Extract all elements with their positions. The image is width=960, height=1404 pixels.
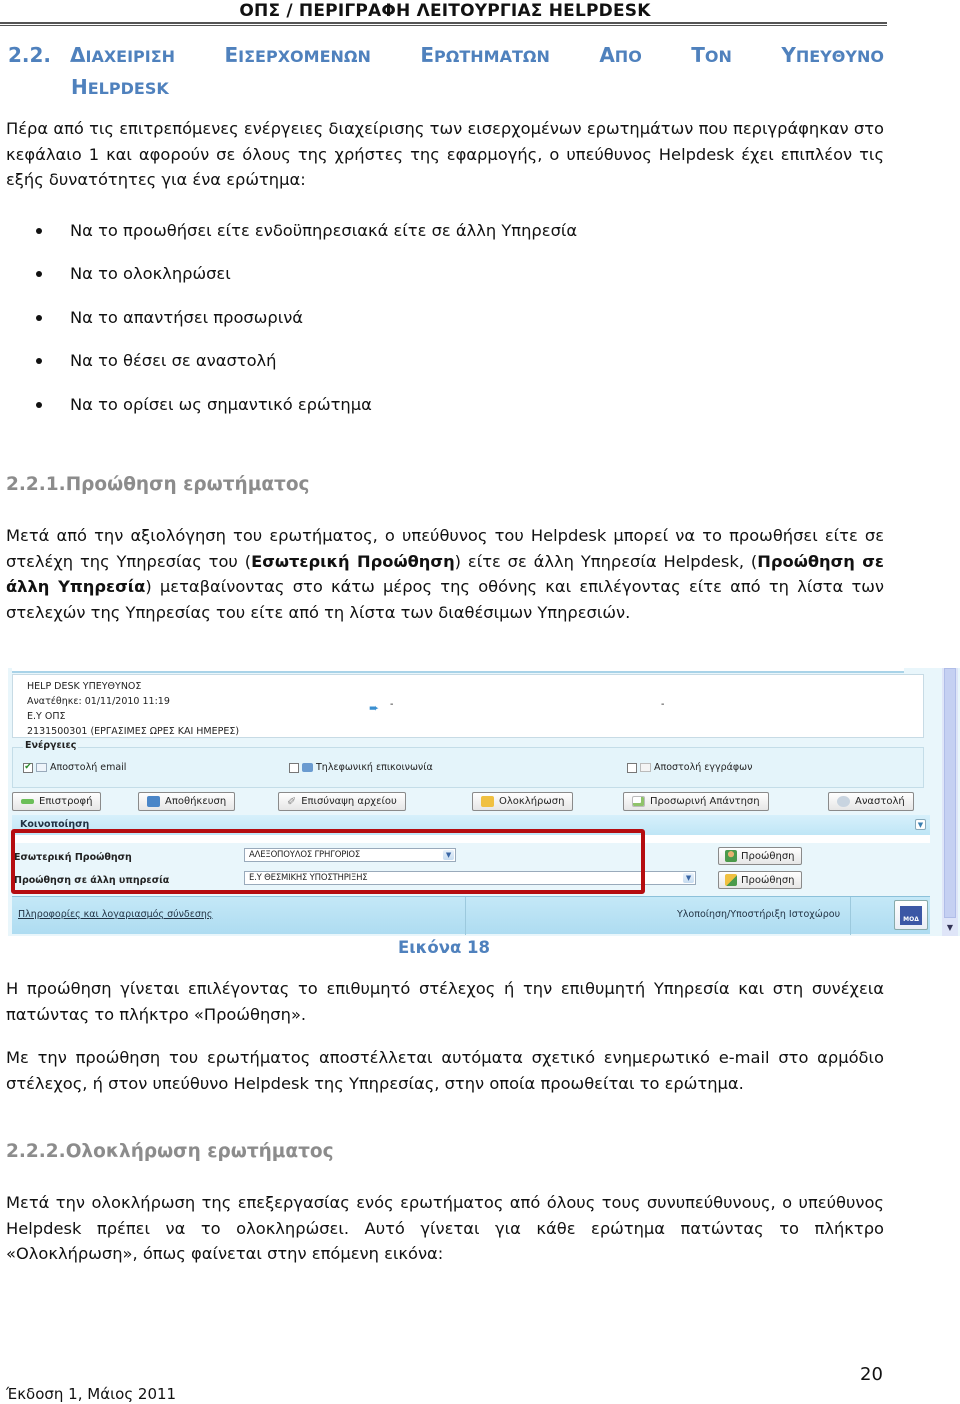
bullet-icon xyxy=(36,401,42,408)
capabilities-list: Να το προωθήσει είτε ενδοϋπηρεσιακά είτε… xyxy=(36,209,577,427)
action-buttons: Επιστροφή Αποθήκευση ✐ Επισύναψη αρχείου… xyxy=(8,789,948,813)
page-number: 20 xyxy=(860,1364,883,1385)
actions-legend: Ενέργειες xyxy=(23,740,79,751)
value-dash: - xyxy=(390,699,394,710)
heading-word: ΑΠΟ xyxy=(599,43,642,67)
documents-icon xyxy=(640,763,651,772)
helpdesk-screenshot: HELP DESK ΥΠΕΥΘΥΝΟΣ Ανατέθηκε: 01/11/201… xyxy=(8,668,960,936)
subsection-heading-complete: 2.2.2.Ολοκλήρωση ερωτήματος xyxy=(6,1141,334,1162)
user-forward-icon xyxy=(725,850,737,862)
divider xyxy=(850,897,851,935)
scrollbar-thumb[interactable] xyxy=(944,668,956,918)
service-forward-icon xyxy=(725,874,737,886)
heading-line-2: HELPDESK xyxy=(71,75,169,99)
intro-paragraph: Πέρα από τις επιτρεπόμενες ενέργειες δια… xyxy=(6,119,884,189)
lightbulb-icon xyxy=(837,796,850,807)
heading-word: ΤΟΝ xyxy=(691,43,732,67)
list-item: Να το ορίσει ως σημαντικό ερώτημα xyxy=(36,383,577,427)
temporary-answer-button[interactable]: Προσωρινή Απάντηση xyxy=(623,792,769,811)
paperclip-icon: ✐ xyxy=(287,795,297,808)
info-line: Ε.Υ ΟΠΣ xyxy=(27,711,66,722)
phone-icon xyxy=(302,763,313,772)
info-line: 2131500301 (ΕΡΓΑΣΙΜΕΣ ΩΡΕΣ ΚΑΙ ΗΜΕΡΕΣ) xyxy=(27,726,240,737)
highlight-box xyxy=(11,829,645,894)
document-add-icon xyxy=(632,796,645,807)
save-button[interactable]: Αποθήκευση xyxy=(138,792,236,811)
send-email-checkbox[interactable]: ✔ Αποστολή email xyxy=(23,762,126,773)
complete-button[interactable]: Ολοκλήρωση xyxy=(472,792,574,811)
email-notification-paragraph: Με την προώθηση του ερωτήματος αποστέλλε… xyxy=(6,1048,884,1093)
section-heading: 2.2. ΔΙΑΧΕΙΡΙΣΗ ΕΙΣΕΡΧΟΜΕΝΩΝ ΕΡΩΤΗΜΑΤΩΝ … xyxy=(8,40,888,104)
implementation-credit: Υλοποίηση/Υποστήριξη Ιστοχώρου xyxy=(677,909,841,920)
send-documents-checkbox[interactable]: Αποστολή εγγράφων xyxy=(627,762,752,773)
bullet-icon xyxy=(36,271,42,278)
heading-word: ΥΠΕΥΘΥΝΟ xyxy=(781,43,884,67)
actions-fieldset: Ενέργειες ✔ Αποστολή email Τηλεφωνική επ… xyxy=(12,740,924,788)
checkbox-checked[interactable]: ✔ xyxy=(23,762,33,773)
app-footer: Πληροφορίες και λογαριασμός σύνδεσης Υλο… xyxy=(12,896,930,935)
save-icon xyxy=(147,796,160,807)
heading-word: ΔΙΑΧΕΙΡΙΣΗ xyxy=(70,43,176,67)
scroll-down-icon[interactable]: ▼ xyxy=(944,922,956,934)
return-button[interactable]: Επιστροφή xyxy=(12,792,102,811)
internal-forward-button[interactable]: Προώθηση xyxy=(718,847,802,865)
arrow-right-icon: ➨ xyxy=(369,701,380,715)
list-item: Να το θέσει σε αναστολή xyxy=(36,340,577,384)
complete-paragraph: Μετά την ολοκλήρωση της επεξεργασίας ενό… xyxy=(6,1193,884,1263)
forward-paragraph: Μετά από την αξιολόγηση του ερωτήματος, … xyxy=(6,526,884,622)
phone-contact-checkbox[interactable]: Τηλεφωνική επικοινωνία xyxy=(289,762,433,773)
top-strip xyxy=(12,668,904,673)
account-info-link[interactable]: Πληροφορίες και λογαριασμός σύνδεσης xyxy=(18,909,212,920)
figure-caption: Εικόνα 18 xyxy=(397,938,491,957)
back-arrow-icon xyxy=(21,799,34,804)
bold-internal-forward: Εσωτερική Προώθηση xyxy=(251,551,455,571)
bullet-icon xyxy=(36,358,42,365)
bullet-icon xyxy=(36,314,42,321)
list-item: Να το απαντήσει προσωρινά xyxy=(36,296,577,340)
envelope-icon xyxy=(36,763,47,772)
folder-icon xyxy=(481,796,494,807)
checkbox-unchecked[interactable] xyxy=(289,762,299,773)
assignee-info: HELP DESK ΥΠΕΥΘΥΝΟΣ Ανατέθηκε: 01/11/201… xyxy=(12,674,924,738)
value-dash: - xyxy=(661,699,665,710)
list-item: Να το προωθήσει είτε ενδοϋπηρεσιακά είτε… xyxy=(36,209,577,253)
checkbox-unchecked[interactable] xyxy=(627,762,637,773)
info-line: Ανατέθηκε: 01/11/2010 11:19 xyxy=(27,696,170,707)
bullet-icon xyxy=(36,227,42,234)
heading-word: ΕΡΩΤΗΜΑΤΩΝ xyxy=(420,43,550,67)
subsection-heading-forward: 2.2.1.Προώθηση ερωτήματος xyxy=(6,474,310,495)
collapse-toggle-icon[interactable]: ▼ xyxy=(915,819,926,830)
header-rule xyxy=(0,22,887,26)
edition-info: Έκδοση 1, Μάιος 2011 xyxy=(6,1385,177,1403)
moda-logo[interactable]: ΜΟΔ xyxy=(894,900,928,930)
attach-file-button[interactable]: ✐ Επισύναψη αρχείου xyxy=(278,792,406,811)
heading-word: ΕΙΣΕΡΧΟΜΕΝΩΝ xyxy=(224,43,371,67)
vertical-scrollbar[interactable]: ▼ xyxy=(942,668,958,936)
suspend-button[interactable]: Αναστολή xyxy=(828,792,914,811)
divider xyxy=(465,897,466,935)
external-forward-button[interactable]: Προώθηση xyxy=(718,871,802,889)
running-header: ΟΠΣ / ΠΕΡΙΓΡΑΦΗ ΛΕΙΤΟΥΡΓΙΑΣ HELPDESK xyxy=(239,1,651,21)
list-item: Να το ολοκληρώσει xyxy=(36,253,577,297)
section-number: 2.2. xyxy=(8,43,52,67)
info-line: HELP DESK ΥΠΕΥΘΥΝΟΣ xyxy=(27,681,142,692)
forward-explanation: Η προώθηση γίνεται επιλέγοντας το επιθυμ… xyxy=(6,979,884,1024)
chevron-down-icon[interactable]: ▼ xyxy=(683,873,694,883)
